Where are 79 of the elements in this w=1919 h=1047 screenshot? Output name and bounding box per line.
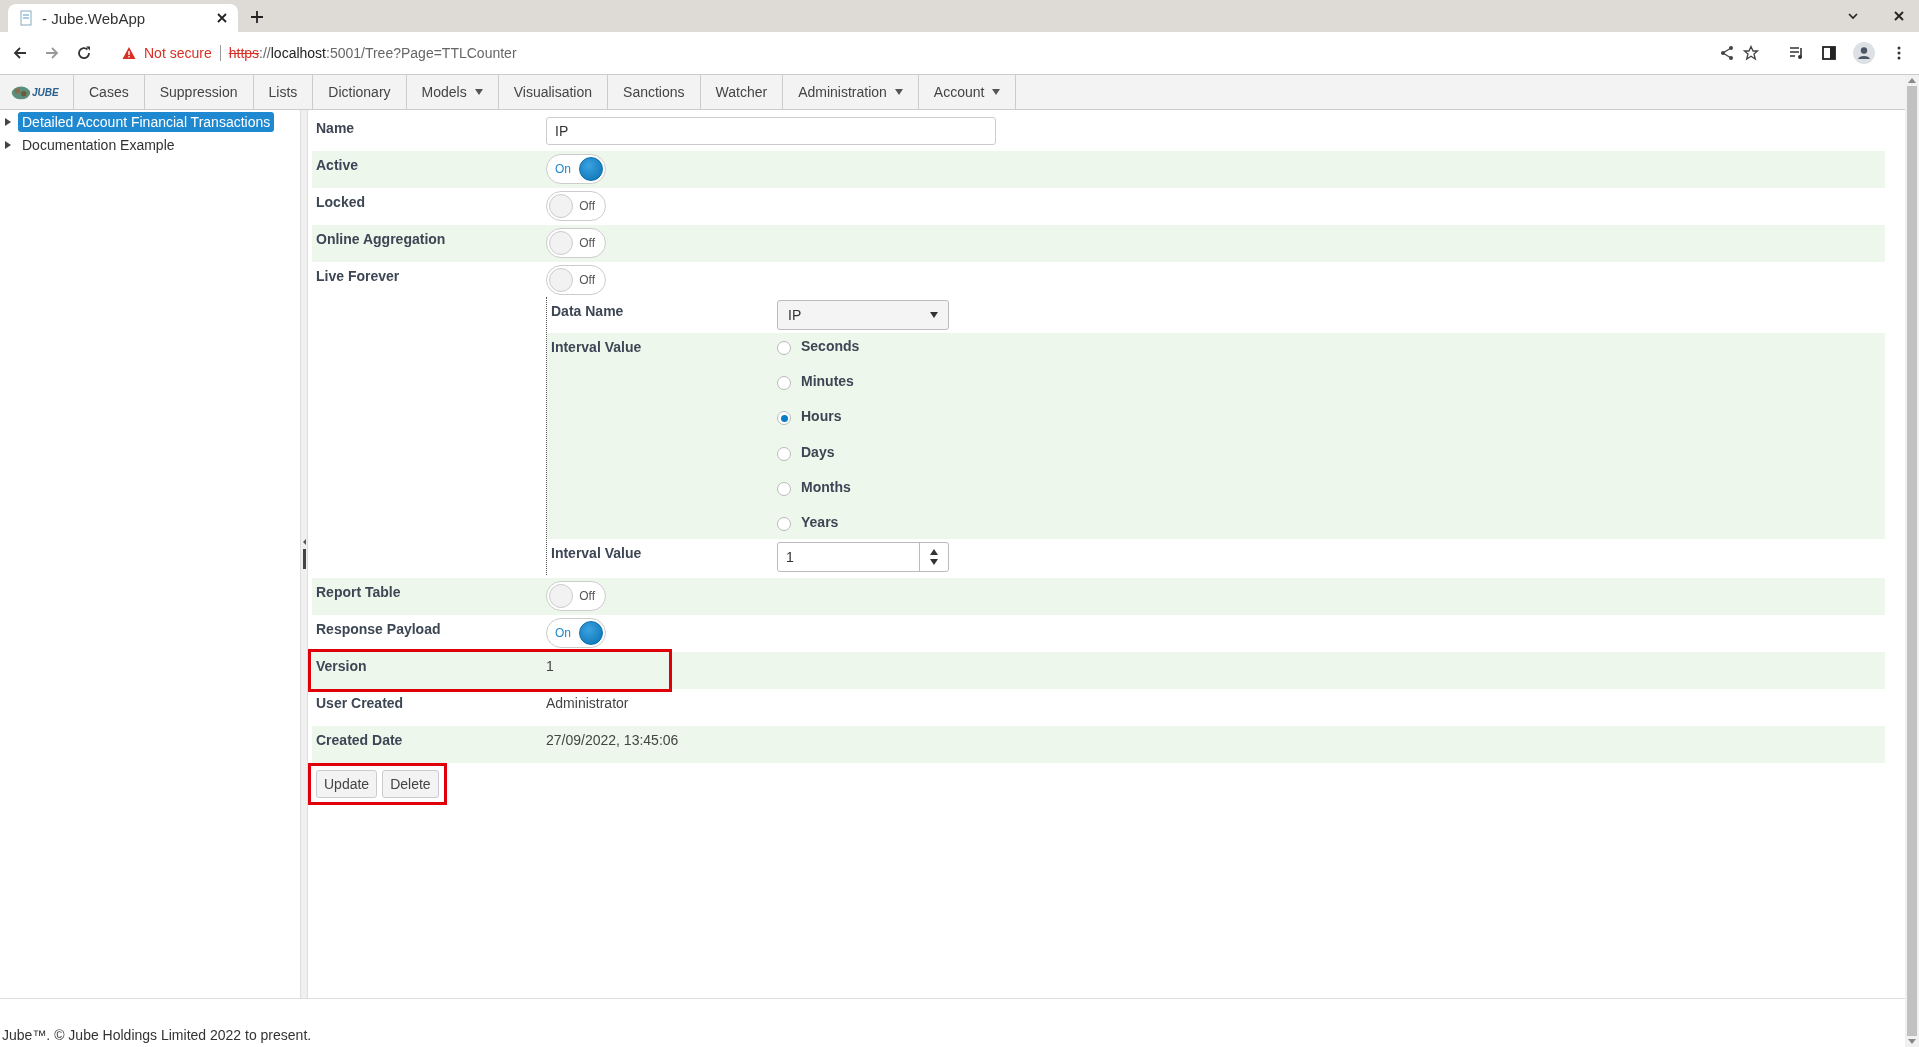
- expand-icon[interactable]: [5, 140, 11, 149]
- radio-label[interactable]: Months: [801, 478, 851, 495]
- field-value: 1: [546, 657, 554, 676]
- expand-icon[interactable]: [5, 117, 11, 126]
- close-icon[interactable]: [216, 12, 228, 24]
- forward-icon[interactable]: [44, 45, 60, 61]
- nav-item[interactable]: Suppression: [144, 75, 254, 109]
- interval-value-field[interactable]: 1: [777, 542, 949, 572]
- security-label: Not secure: [144, 45, 212, 61]
- field-label: Response Payload: [315, 620, 442, 639]
- radio-button[interactable]: [777, 481, 791, 496]
- radio-button[interactable]: [777, 517, 791, 532]
- toggle-switch[interactable]: Off: [546, 191, 606, 221]
- radio-label[interactable]: Days: [801, 443, 835, 460]
- tab-title: - Jube.WebApp: [42, 9, 147, 27]
- nav-item[interactable]: Visualisation: [498, 75, 609, 109]
- radio-button[interactable]: [777, 411, 791, 426]
- field-label: Report Table: [315, 583, 402, 602]
- radio-label[interactable]: Minutes: [801, 373, 854, 390]
- nav-item[interactable]: Sanctions: [608, 75, 701, 109]
- nav-item[interactable]: Watcher: [700, 75, 784, 109]
- footer-text: Jube™. © Jube Holdings Limited 2022 to present.: [2, 1027, 312, 1043]
- url-text: https://localhost:5001/Tree?Page=TTLCounter: [228, 45, 517, 61]
- toggle-switch[interactable]: Off: [546, 581, 606, 611]
- nav-item[interactable]: Models: [406, 75, 499, 109]
- field-label: Locked: [315, 193, 366, 212]
- nav-item[interactable]: Dictionary: [313, 75, 407, 109]
- new-tab-icon[interactable]: [250, 10, 264, 24]
- star-icon[interactable]: [1743, 45, 1759, 61]
- warning-icon: [122, 46, 136, 60]
- field-value: Administrator: [546, 694, 629, 713]
- spin-up-icon[interactable]: [930, 549, 938, 555]
- close-icon[interactable]: [1893, 10, 1905, 22]
- side-panel-icon[interactable]: [1821, 45, 1837, 61]
- action-button[interactable]: Delete: [382, 770, 439, 798]
- profile-icon[interactable]: [1853, 42, 1875, 64]
- back-icon[interactable]: [12, 45, 28, 61]
- nav-item[interactable]: Administration: [783, 75, 919, 109]
- document-icon: [18, 10, 34, 26]
- caret-icon: [474, 89, 483, 95]
- logo-text[interactable]: JUBE: [32, 86, 59, 98]
- action-button[interactable]: Update: [316, 770, 378, 798]
- radio-button[interactable]: [777, 446, 791, 461]
- field-label: Version: [315, 657, 368, 676]
- caret-icon: [930, 312, 938, 318]
- nav-item[interactable]: Cases: [74, 75, 145, 109]
- field-value: 27/09/2022, 13:45:06: [546, 731, 679, 750]
- browser-tab[interactable]: - Jube.WebApp: [8, 4, 238, 32]
- field-label: Live Forever: [315, 267, 401, 286]
- share-icon[interactable]: [1719, 45, 1735, 61]
- field-label: Interval Value: [550, 544, 643, 563]
- tree-item[interactable]: Documentation Example: [18, 134, 179, 155]
- toggle-switch[interactable]: Off: [546, 265, 606, 295]
- toggle-switch[interactable]: Off: [546, 228, 606, 258]
- toggle-switch[interactable]: On: [546, 154, 606, 184]
- nav-item[interactable]: Lists: [253, 75, 314, 109]
- toggle-switch[interactable]: On: [546, 618, 606, 648]
- radio-label[interactable]: Seconds: [801, 337, 860, 354]
- reload-icon[interactable]: [76, 45, 92, 61]
- field-label: User Created: [315, 694, 405, 713]
- name-field[interactable]: IP: [546, 117, 996, 145]
- field-label: Online Aggregation: [315, 230, 447, 249]
- caret-icon: [894, 89, 903, 95]
- radio-button[interactable]: [777, 376, 791, 391]
- field-label: Name: [315, 119, 356, 138]
- media-icon[interactable]: [1789, 45, 1805, 61]
- caret-icon: [992, 89, 1001, 95]
- field-label: Created Date: [315, 731, 404, 750]
- data-name-dropdown[interactable]: IP: [777, 300, 949, 330]
- radio-label[interactable]: Years: [801, 514, 839, 531]
- radio-label[interactable]: Hours: [801, 408, 842, 425]
- radio-button[interactable]: [777, 340, 791, 355]
- spin-down-icon[interactable]: [930, 559, 938, 565]
- tree-item[interactable]: Detailed Account Financial Transactions: [18, 111, 275, 132]
- field-label: Data Name: [550, 302, 625, 321]
- nav-item[interactable]: Account: [918, 75, 1017, 109]
- chevron-down-icon[interactable]: [1847, 10, 1859, 22]
- field-label: Active: [315, 156, 360, 175]
- field-label: Interval Value: [550, 338, 643, 357]
